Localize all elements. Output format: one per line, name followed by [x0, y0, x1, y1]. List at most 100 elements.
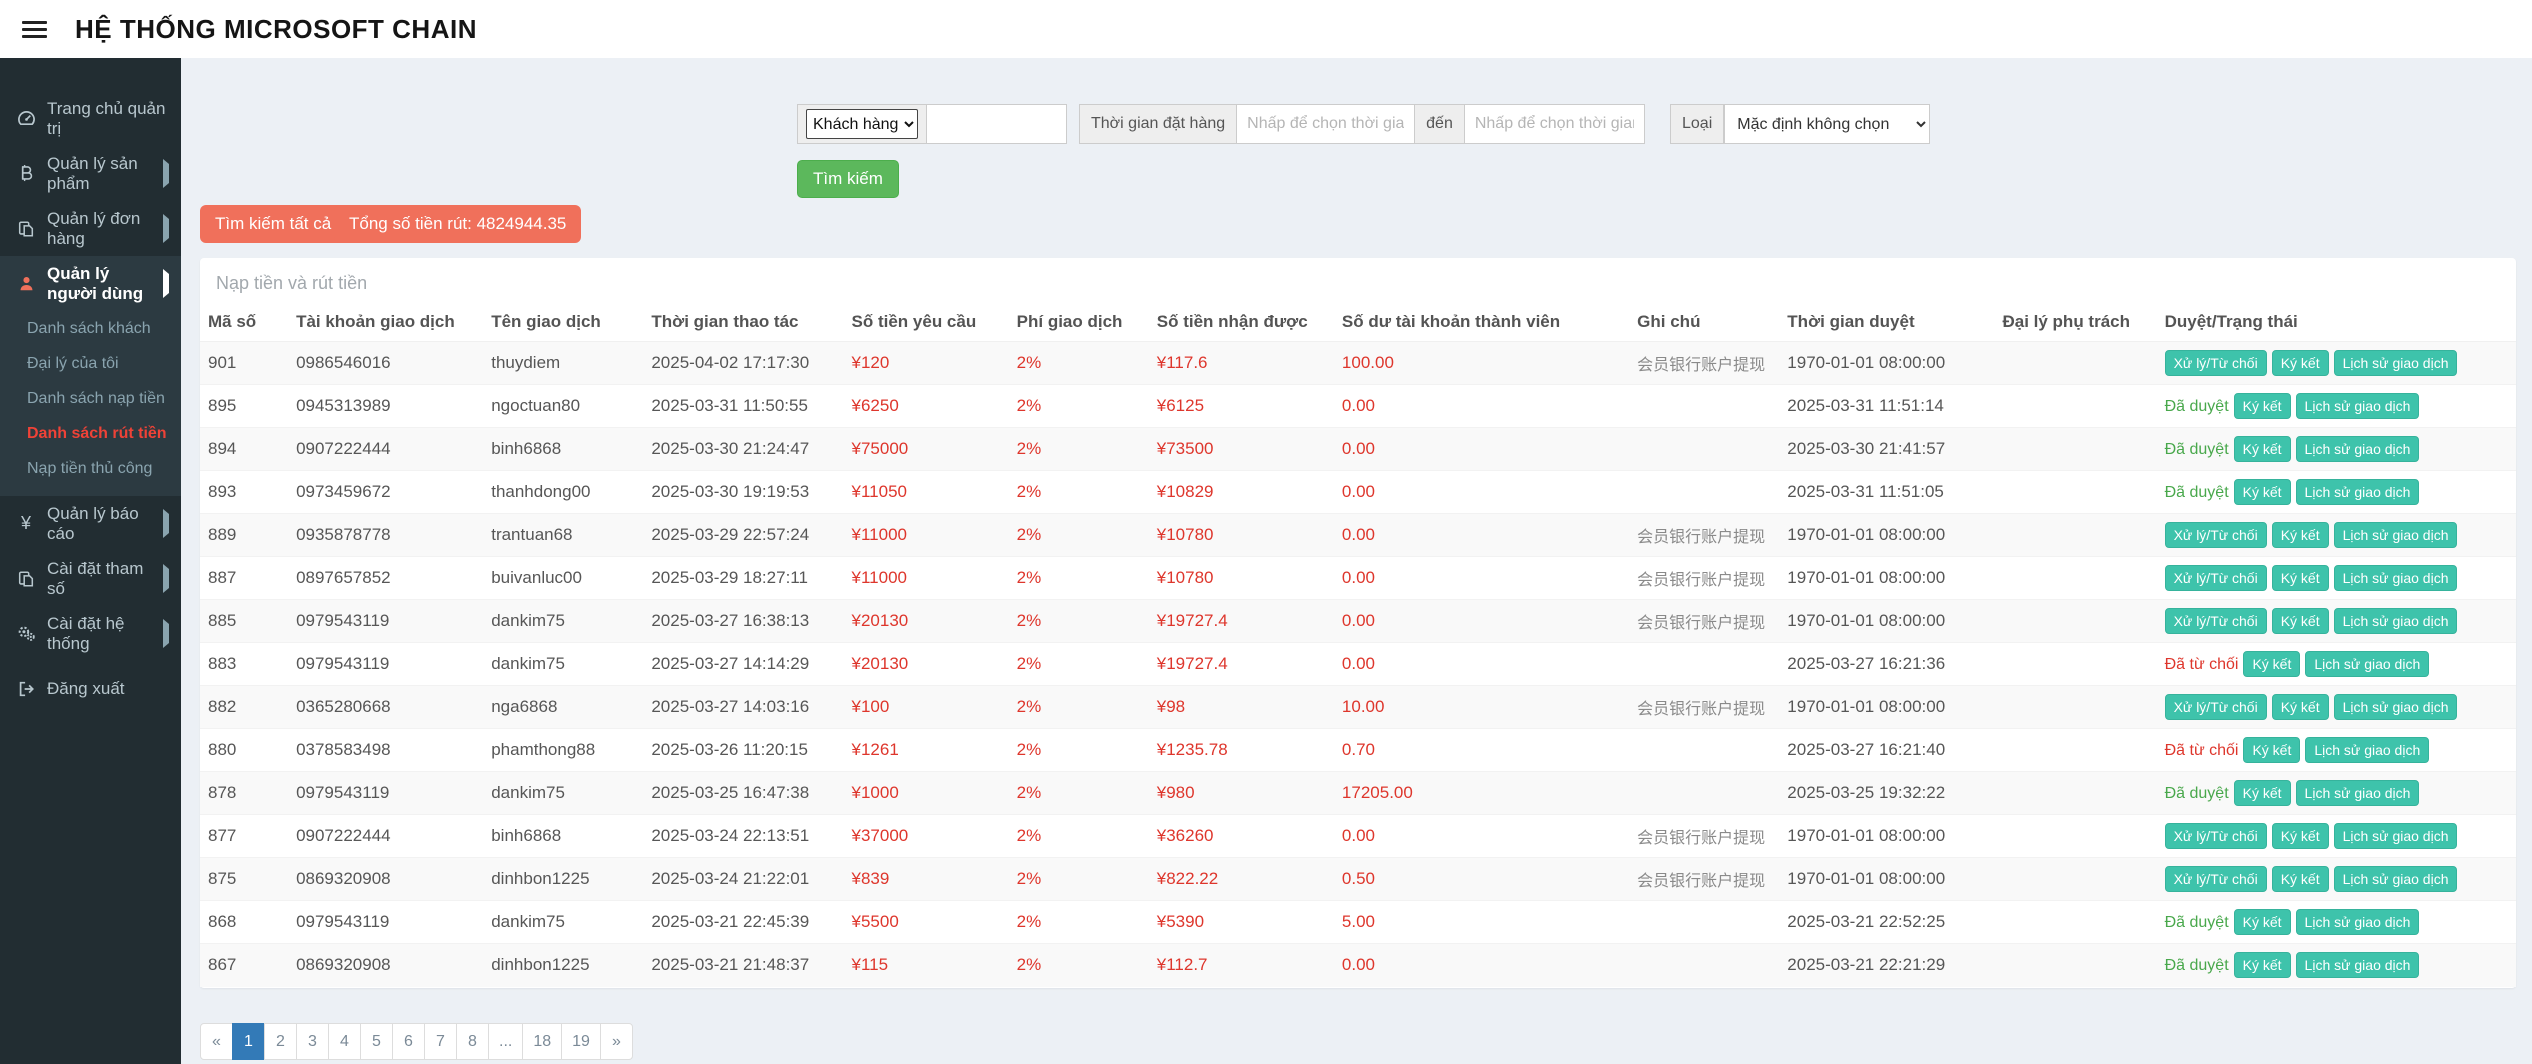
table-row: 8850979543119dankim752025-03-27 16:38:13… — [200, 600, 2516, 643]
sign-button[interactable]: Ký kết — [2272, 350, 2329, 376]
sign-button[interactable]: Ký kết — [2234, 952, 2291, 978]
cell-agent — [1994, 643, 2156, 686]
cell-approve-time: 2025-03-27 16:21:36 — [1779, 643, 1994, 686]
status-label: Đã duyệt — [2165, 914, 2229, 931]
cell-account: 0979543119 — [288, 772, 483, 815]
search-type-select[interactable]: Khách hàng — [806, 109, 918, 139]
page-next[interactable]: » — [600, 1023, 633, 1060]
sign-button[interactable]: Ký kết — [2234, 909, 2291, 935]
history-button[interactable]: Lịch sử giao dịch — [2296, 909, 2420, 935]
column-header: Tài khoản giao dịch — [288, 305, 483, 342]
history-button[interactable]: Lịch sử giao dịch — [2334, 694, 2458, 720]
cell-account: 0869320908 — [288, 944, 483, 987]
page-6[interactable]: 6 — [392, 1023, 425, 1060]
sidebar-subitem-manual-deposit[interactable]: Nạp tiền thủ công — [0, 451, 181, 486]
cell-agent — [1994, 471, 2156, 514]
time-from-input[interactable] — [1237, 104, 1415, 144]
process-reject-button[interactable]: Xử lý/Từ chối — [2165, 608, 2267, 634]
cell-approve-time: 1970-01-01 08:00:00 — [1779, 514, 1994, 557]
cell-member-balance: 0.00 — [1334, 385, 1629, 428]
page-prev[interactable]: « — [200, 1023, 233, 1060]
sign-button[interactable]: Ký kết — [2243, 651, 2300, 677]
page-5[interactable]: 5 — [360, 1023, 393, 1060]
process-reject-button[interactable]: Xử lý/Từ chối — [2165, 350, 2267, 376]
cell-agent — [1994, 600, 2156, 643]
sidebar-item-users[interactable]: Quản lý người dùng — [0, 256, 181, 311]
page-3[interactable]: 3 — [296, 1023, 329, 1060]
history-button[interactable]: Lịch sử giao dịch — [2305, 737, 2429, 763]
cell-member-balance: 0.00 — [1334, 514, 1629, 557]
cell-operation-time: 2025-03-24 22:13:51 — [643, 815, 843, 858]
sidebar-item-system[interactable]: Cài đặt hệ thống — [0, 606, 181, 661]
sign-button[interactable]: Ký kết — [2272, 694, 2329, 720]
sidebar-item-logout[interactable]: Đăng xuất — [0, 661, 181, 716]
process-reject-button[interactable]: Xử lý/Từ chối — [2165, 522, 2267, 548]
page-19[interactable]: 19 — [561, 1023, 601, 1060]
page-1[interactable]: 1 — [232, 1023, 265, 1060]
cell-account: 0365280668 — [288, 686, 483, 729]
process-reject-button[interactable]: Xử lý/Từ chối — [2165, 565, 2267, 591]
cell-fee: 2% — [1009, 858, 1149, 901]
history-button[interactable]: Lịch sử giao dịch — [2334, 823, 2458, 849]
search-button[interactable]: Tìm kiếm — [797, 160, 899, 198]
cell-trade-name: thanhdong00 — [483, 471, 643, 514]
keyword-input[interactable] — [927, 104, 1067, 144]
cell-actions: Đã duyệtKý kếtLịch sử giao dịch — [2157, 772, 2516, 815]
history-button[interactable]: Lịch sử giao dịch — [2296, 393, 2420, 419]
table-row: 8890935878778trantuan682025-03-29 22:57:… — [200, 514, 2516, 557]
sidebar-subitem-withdrawals[interactable]: Danh sách rút tiền — [0, 416, 181, 451]
hamburger-menu-icon[interactable] — [22, 17, 47, 42]
history-button[interactable]: Lịch sử giao dịch — [2334, 565, 2458, 591]
cell-note: 会员银行账户提现 — [1629, 815, 1779, 858]
history-button[interactable]: Lịch sử giao dịch — [2296, 952, 2420, 978]
sidebar-item-orders[interactable]: Quản lý đơn hàng — [0, 201, 181, 256]
cell-request-amount: ¥1000 — [844, 772, 1009, 815]
page-8[interactable]: 8 — [456, 1023, 489, 1060]
sign-button[interactable]: Ký kết — [2234, 780, 2291, 806]
history-button[interactable]: Lịch sử giao dịch — [2334, 866, 2458, 892]
cell-id: 883 — [200, 643, 288, 686]
column-header: Số tiền nhận được — [1149, 305, 1334, 342]
history-button[interactable]: Lịch sử giao dịch — [2296, 436, 2420, 462]
cell-id: 887 — [200, 557, 288, 600]
sign-button[interactable]: Ký kết — [2272, 565, 2329, 591]
sign-button[interactable]: Ký kết — [2234, 436, 2291, 462]
cell-account: 0979543119 — [288, 600, 483, 643]
cell-trade-name: ngoctuan80 — [483, 385, 643, 428]
page-18[interactable]: 18 — [522, 1023, 562, 1060]
sidebar-subitem-customers[interactable]: Danh sách khách — [0, 311, 181, 346]
process-reject-button[interactable]: Xử lý/Từ chối — [2165, 823, 2267, 849]
sidebar-subitem-deposits[interactable]: Danh sách nạp tiền — [0, 381, 181, 416]
process-reject-button[interactable]: Xử lý/Từ chối — [2165, 866, 2267, 892]
history-button[interactable]: Lịch sử giao dịch — [2334, 522, 2458, 548]
page-2[interactable]: 2 — [264, 1023, 297, 1060]
process-reject-button[interactable]: Xử lý/Từ chối — [2165, 694, 2267, 720]
sidebar-item-products[interactable]: Quản lý sản phẩm — [0, 146, 181, 201]
sign-button[interactable]: Ký kết — [2243, 737, 2300, 763]
sign-button[interactable]: Ký kết — [2234, 479, 2291, 505]
page-7[interactable]: 7 — [424, 1023, 457, 1060]
sign-button[interactable]: Ký kết — [2272, 823, 2329, 849]
history-button[interactable]: Lịch sử giao dịch — [2305, 651, 2429, 677]
time-to-input[interactable] — [1465, 104, 1645, 144]
column-header: Ghi chú — [1629, 305, 1779, 342]
sidebar-item-params[interactable]: Cài đặt tham số — [0, 551, 181, 606]
sidebar-item-dashboard[interactable]: Trang chủ quản trị — [0, 91, 181, 146]
cell-member-balance: 0.00 — [1334, 815, 1629, 858]
page-4[interactable]: 4 — [328, 1023, 361, 1060]
history-button[interactable]: Lịch sử giao dịch — [2334, 608, 2458, 634]
sign-button[interactable]: Ký kết — [2234, 393, 2291, 419]
cell-request-amount: ¥11000 — [844, 557, 1009, 600]
sidebar-subitem-my-agency[interactable]: Đại lý của tôi — [0, 346, 181, 381]
type-select[interactable]: Mặc định không chọn — [1724, 104, 1930, 144]
sign-button[interactable]: Ký kết — [2272, 866, 2329, 892]
sign-button[interactable]: Ký kết — [2272, 522, 2329, 548]
history-button[interactable]: Lịch sử giao dịch — [2296, 479, 2420, 505]
history-button[interactable]: Lịch sử giao dịch — [2334, 350, 2458, 376]
sidebar-item-reports[interactable]: ¥Quản lý báo cáo — [0, 496, 181, 551]
sign-button[interactable]: Ký kết — [2272, 608, 2329, 634]
cell-request-amount: ¥1261 — [844, 729, 1009, 772]
search-all-button[interactable]: Tìm kiếm tất cả — [200, 205, 346, 243]
history-button[interactable]: Lịch sử giao dịch — [2296, 780, 2420, 806]
cell-actions: Xử lý/Từ chốiKý kếtLịch sử giao dịch — [2157, 342, 2516, 385]
